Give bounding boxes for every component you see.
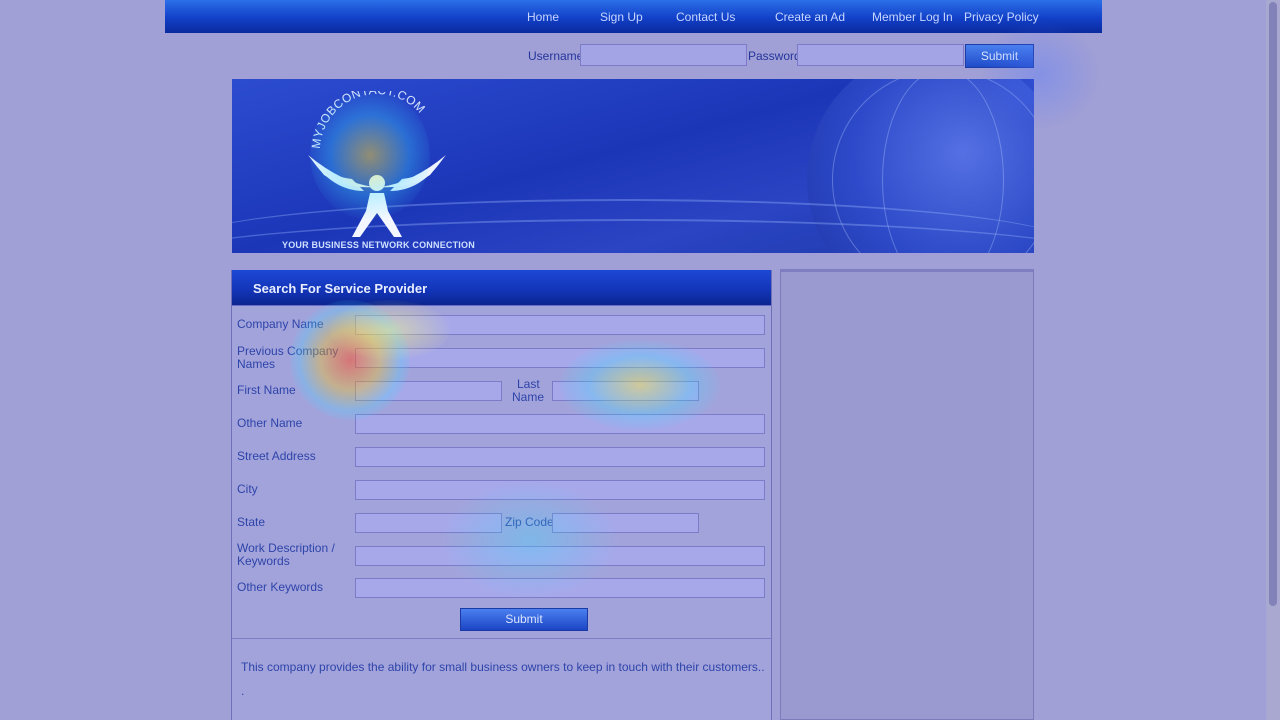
other-keywords-label: Other Keywords bbox=[237, 580, 324, 594]
search-panel-title: Search For Service Provider bbox=[253, 281, 428, 296]
nav-member-login-link[interactable]: Member Log In bbox=[872, 10, 953, 24]
street-address-input[interactable] bbox=[355, 447, 765, 467]
page-scrollbar[interactable] bbox=[1266, 0, 1280, 720]
sidebar-panel bbox=[780, 269, 1034, 720]
header-banner: MYJOBCONTACT.COM YOUR BUSINESS NETWORK C… bbox=[232, 79, 1034, 253]
work-description-input[interactable] bbox=[355, 546, 765, 566]
first-name-input[interactable] bbox=[355, 381, 502, 401]
site-logo[interactable]: MYJOBCONTACT.COM bbox=[302, 83, 452, 241]
previous-company-names-input[interactable] bbox=[355, 348, 765, 368]
logo-tagline: YOUR BUSINESS NETWORK CONNECTION bbox=[282, 240, 475, 250]
company-name-input[interactable] bbox=[355, 315, 765, 335]
panel-divider bbox=[232, 638, 771, 639]
street-address-label: Street Address bbox=[237, 449, 316, 463]
work-description-label-line2: Keywords bbox=[237, 554, 290, 568]
company-description: This company provides the ability for sm… bbox=[241, 660, 765, 674]
search-submit-button[interactable]: Submit bbox=[460, 608, 588, 631]
city-label: City bbox=[237, 482, 258, 496]
city-input[interactable] bbox=[355, 480, 765, 500]
login-submit-button[interactable]: Submit bbox=[965, 44, 1034, 68]
state-input[interactable] bbox=[355, 513, 502, 533]
scrollbar-thumb[interactable] bbox=[1269, 2, 1277, 606]
last-name-label-line2: Name bbox=[512, 390, 545, 404]
svg-text:MYJOBCONTACT.COM: MYJOBCONTACT.COM bbox=[309, 91, 428, 149]
username-input[interactable] bbox=[580, 44, 747, 66]
zip-code-label: Zip Code bbox=[505, 515, 554, 529]
password-input[interactable] bbox=[797, 44, 964, 66]
logo-figure-icon: MYJOBCONTACT.COM bbox=[308, 83, 446, 237]
nav-create-ad-link[interactable]: Create an Ad bbox=[775, 10, 845, 24]
description-dot: . bbox=[241, 684, 245, 698]
nav-sign-up-link[interactable]: Sign Up bbox=[600, 10, 643, 24]
password-label: Password bbox=[748, 49, 801, 63]
search-panel: Search For Service Provider Company Name… bbox=[231, 270, 772, 720]
first-name-label: First Name bbox=[237, 383, 296, 397]
other-name-label: Other Name bbox=[237, 416, 303, 430]
username-label: Username bbox=[528, 49, 584, 63]
last-name-input[interactable] bbox=[552, 381, 699, 401]
top-nav-bar: Home Sign Up Contact Us Create an Ad Mem… bbox=[165, 0, 1102, 33]
previous-company-names-label-line2: Names bbox=[237, 357, 276, 371]
company-name-label: Company Name bbox=[237, 317, 324, 331]
nav-contact-us-link[interactable]: Contact Us bbox=[676, 10, 735, 24]
search-panel-header: Search For Service Provider bbox=[232, 270, 771, 306]
logo-arc-text: MYJOBCONTACT.COM bbox=[309, 83, 428, 150]
nav-home-link[interactable]: Home bbox=[527, 10, 559, 24]
state-label: State bbox=[237, 515, 266, 529]
zip-code-input[interactable] bbox=[552, 513, 699, 533]
other-keywords-input[interactable] bbox=[355, 578, 765, 598]
other-name-input[interactable] bbox=[355, 414, 765, 434]
nav-privacy-policy-link[interactable]: Privacy Policy bbox=[964, 10, 1039, 24]
